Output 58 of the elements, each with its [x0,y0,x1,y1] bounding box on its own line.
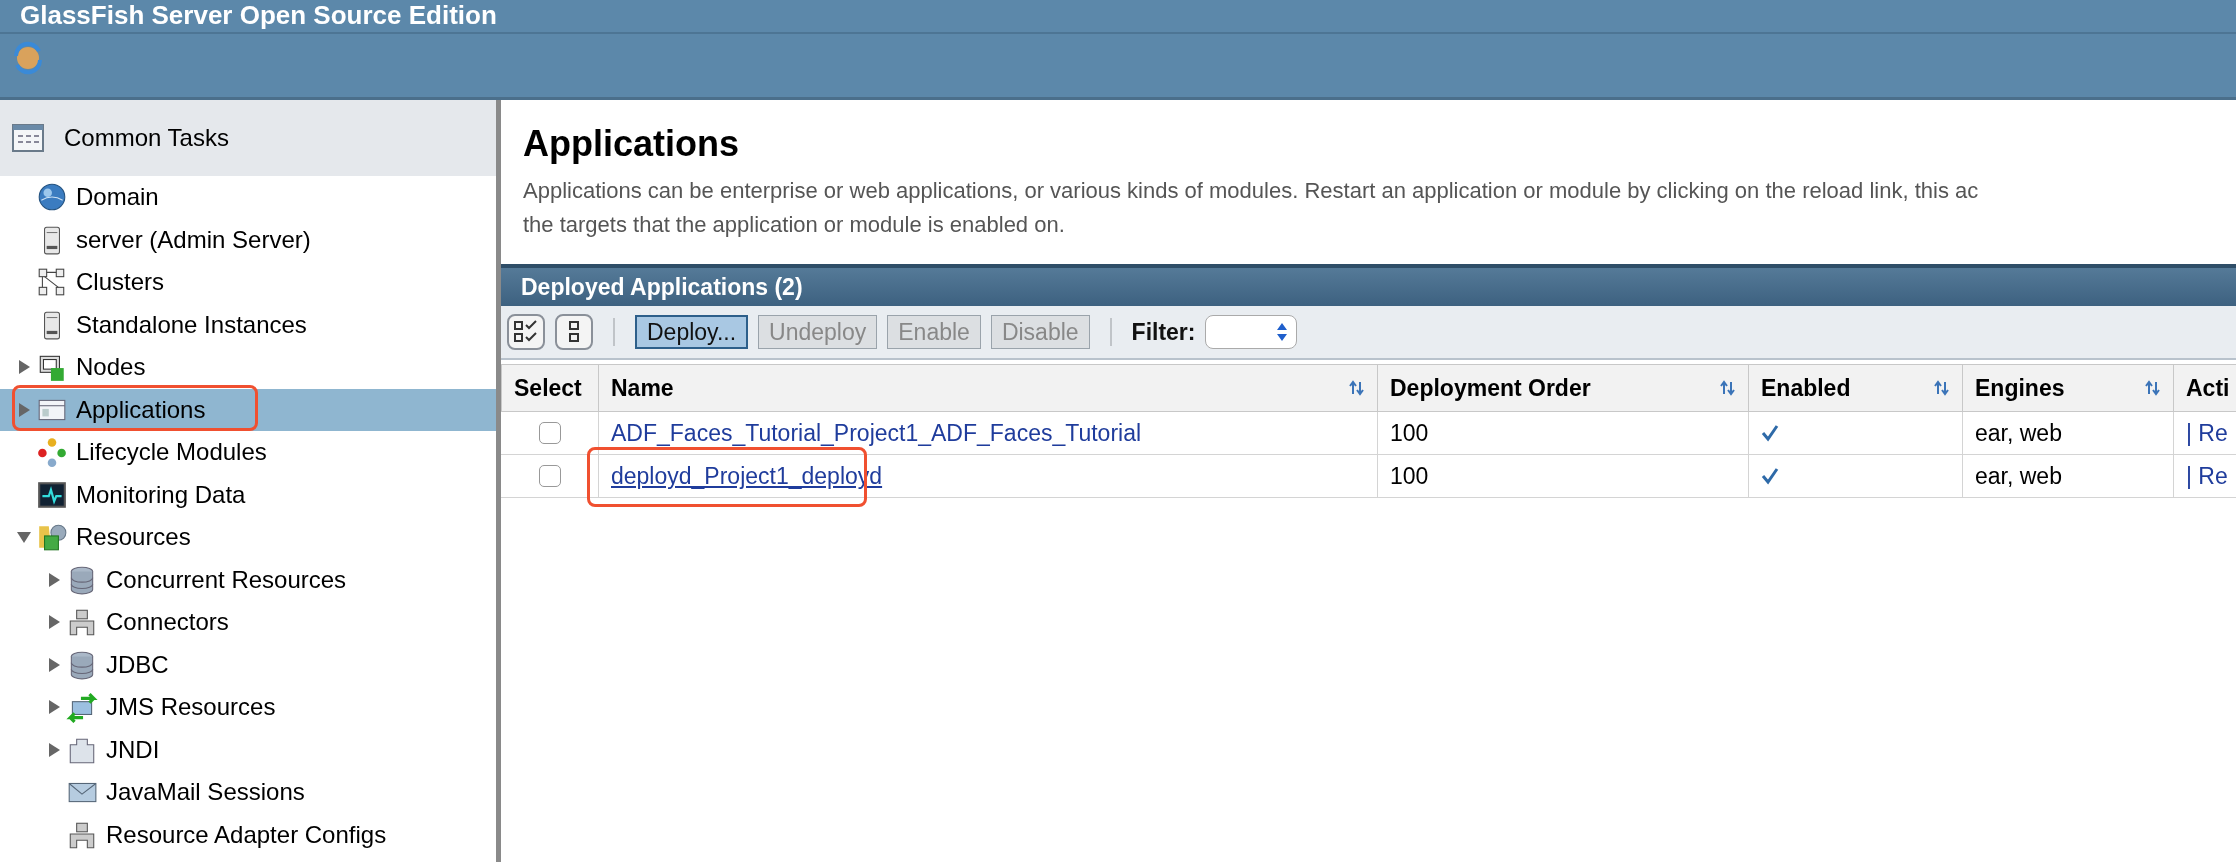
tree-item[interactable]: Monitoring Data [76,480,246,509]
tree-item[interactable]: Nodes [76,353,146,382]
tree-item[interactable]: JDBC [106,650,169,679]
tree-item[interactable]: Clusters [76,268,165,297]
dropdown-arrows-icon [1276,321,1289,343]
table-cell: 100 [1390,419,1429,447]
page-description: Applications can be enterprise or web applications, or various kinds of modules. Restart an application or module by clicking on the reload link, this ac [523,177,1979,205]
table-cell: ear, web [1975,419,2062,447]
table-cell: 100 [1390,462,1429,490]
column-header[interactable]: Enabled [1749,364,1963,412]
row-checkbox[interactable] [538,422,561,444]
expand-arrow-icon[interactable] [48,657,60,672]
column-header[interactable]: Name [599,364,1378,412]
tree-item[interactable]: Connectors [106,608,229,637]
checkbox-list-icon [567,319,581,345]
filter-label: Filter: [1131,318,1196,346]
sort-icon[interactable] [2145,380,2161,396]
toolbar-button[interactable]: Deploy... [635,315,749,349]
tree-item[interactable]: Concurrent Resources [106,565,347,594]
sort-icon[interactable] [1349,380,1365,396]
application-link[interactable]: ADF_Faces_Tutorial_Project1_ADF_Faces_Tutorial [611,419,1142,447]
tree-item[interactable]: JNDI [106,735,160,764]
action-link[interactable]: | Re [2186,419,2228,447]
page-title: Applications [522,122,741,166]
tree-item[interactable]: Standalone Instances [76,310,307,339]
action-link[interactable]: | Re [2186,462,2228,490]
expand-arrow-icon[interactable] [48,572,60,587]
tree-item[interactable]: Resources [76,523,191,552]
table-title-bar: Deployed Applications (2) [501,264,2236,306]
column-header[interactable]: Engines [1963,364,2174,412]
row-checkbox[interactable] [538,465,561,487]
calendar-icon [12,123,44,153]
tree-item[interactable]: Resource Adapter Configs [106,820,387,849]
expand-arrow-icon[interactable] [48,700,60,715]
checklist-icon [513,319,539,345]
product-title: GlassFish Server Open Source Edition [0,0,2236,34]
tree-item[interactable]: Domain [76,183,159,212]
tree-item[interactable]: Applications [76,395,206,424]
sort-icon[interactable] [1934,380,1950,396]
tree-item[interactable]: Lifecycle Modules [76,438,267,467]
select-all-button[interactable] [507,314,545,350]
column-header: Acti [2174,364,2236,412]
expand-arrow-icon[interactable] [48,742,60,757]
table-cell: ear, web [1975,462,2062,490]
deselect-all-button[interactable] [555,314,593,350]
nodes-icon [36,436,68,469]
expand-arrow-icon[interactable] [18,360,30,375]
tree-item[interactable]: server (Admin Server) [76,225,311,254]
tree-item[interactable]: JavaMail Sessions [106,778,305,807]
column-header[interactable]: Deployment Order [1378,364,1749,412]
page-description: the targets that the application or module is enabled on. [523,211,1065,239]
tree-item[interactable]: JMS Resources [106,693,276,722]
arrows-icon [66,691,98,724]
column-header: Select [501,364,599,412]
filter-dropdown[interactable] [1205,315,1298,349]
sort-icon[interactable] [1720,380,1736,396]
section-title: Common Tasks [64,124,229,152]
expand-arrow-icon[interactable] [48,615,60,630]
